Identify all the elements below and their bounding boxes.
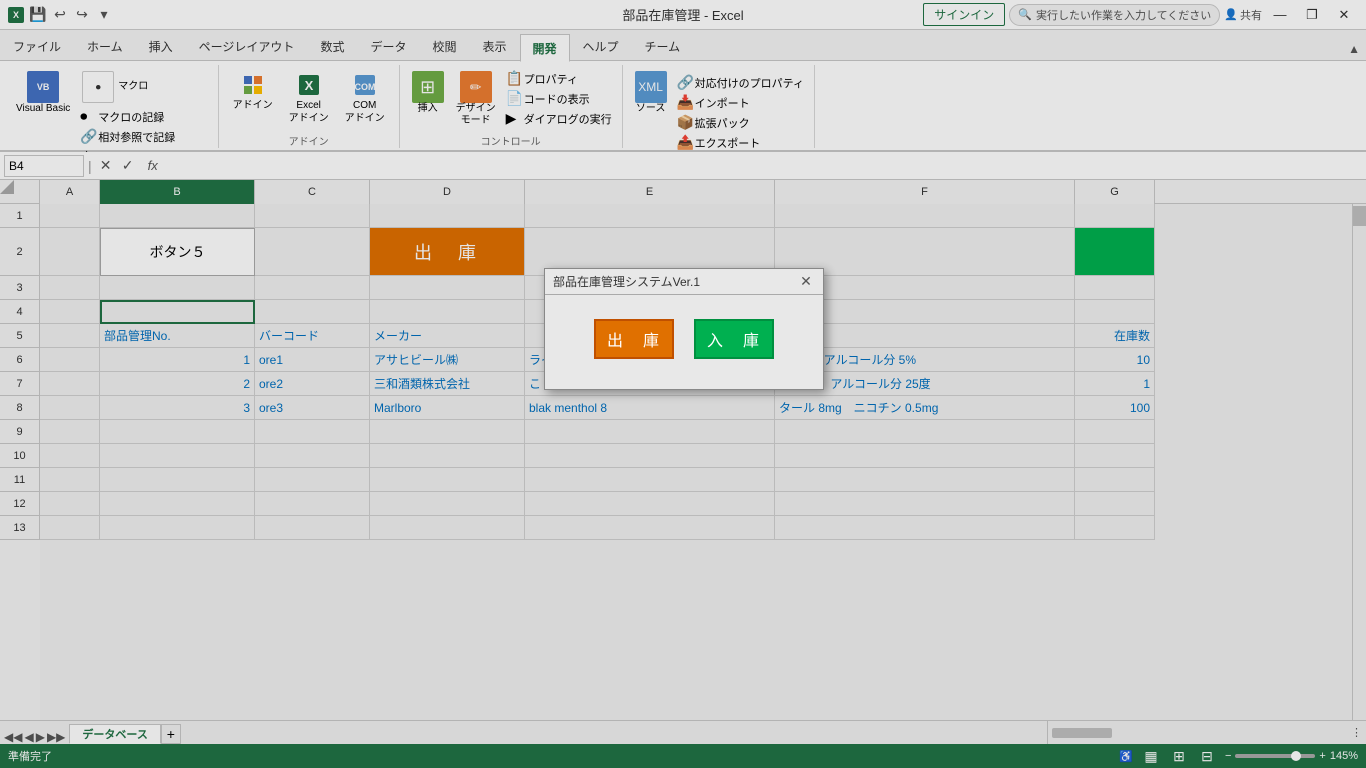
modal-titlebar: 部品在庫管理システムVer.1 ✕ [545, 269, 823, 295]
modal-close-button[interactable]: ✕ [797, 273, 815, 291]
modal-title: 部品在庫管理システムVer.1 [553, 273, 700, 290]
modal-body: 出 庫 入 庫 [545, 295, 823, 389]
inventory-management-dialog: 部品在庫管理システムVer.1 ✕ 出 庫 入 庫 [544, 268, 824, 390]
nyuko-button[interactable]: 入 庫 [694, 319, 774, 359]
modal-overlay: 部品在庫管理システムVer.1 ✕ 出 庫 入 庫 [0, 0, 1366, 768]
shutko-button[interactable]: 出 庫 [594, 319, 674, 359]
